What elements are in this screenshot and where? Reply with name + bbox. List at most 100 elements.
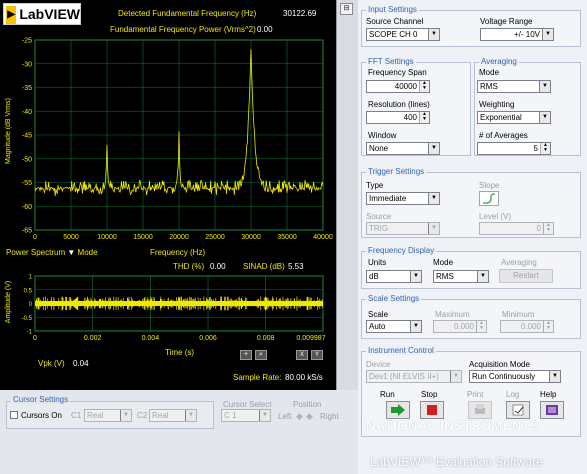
graph-yscale-icon[interactable]: Y xyxy=(311,350,323,360)
settings-panel: Input Settings Source Channel SCOPE CH 0… xyxy=(358,0,587,474)
run-button[interactable] xyxy=(386,401,410,419)
spectrum-ylabel: Magnitude (dB Vrms) xyxy=(5,98,12,164)
print-button[interactable] xyxy=(468,401,492,419)
cursor-settings-title: Cursor Settings xyxy=(11,395,71,404)
fd-mode-select[interactable]: RMS ▼ xyxy=(433,270,489,283)
left-diamond-icon[interactable]: ◆ xyxy=(296,411,303,422)
trigger-settings-title: Trigger Settings xyxy=(366,167,427,176)
cursors-on-checkbox[interactable] xyxy=(10,411,18,419)
slope-button[interactable] xyxy=(479,191,499,206)
run-arrow-icon xyxy=(391,404,405,416)
fd-averaging-label: Averaging xyxy=(501,258,537,267)
log-button[interactable] xyxy=(506,401,530,419)
time-ytick-label: 1 xyxy=(29,275,33,281)
panel-divider: ⊟ xyxy=(336,0,358,390)
source-channel-label: Source Channel xyxy=(366,17,424,26)
right-label: Right xyxy=(320,412,339,421)
chevron-down-icon: ▼ xyxy=(185,410,196,421)
minimum-input[interactable]: 0.000 ▲ ▼ xyxy=(500,320,554,333)
weighting-value: Exponential xyxy=(480,113,522,122)
fft-settings-group: FFT Settings Frequency Span 40000 ▲ ▼ Res… xyxy=(361,57,471,156)
source-channel-select[interactable]: SCOPE CH 0 ▼ xyxy=(366,28,440,41)
maximum-input[interactable]: 0.000 ▲ ▼ xyxy=(433,320,487,333)
graph-zoom-icon[interactable]: ⌕ xyxy=(255,350,267,360)
time-ytick-label: -0.5 xyxy=(22,316,33,322)
cursors-on-label: Cursors On xyxy=(21,411,62,420)
graph-xscale-icon[interactable]: X xyxy=(296,350,308,360)
chevron-down-icon: ▼ xyxy=(120,410,131,421)
spinner-icon[interactable]: ▲ ▼ xyxy=(543,223,553,234)
instrument-control-title: Instrument Control xyxy=(366,346,436,355)
restart-button[interactable]: Restart xyxy=(499,269,553,283)
spinner-icon[interactable]: ▲ ▼ xyxy=(476,321,486,332)
collapse-icon[interactable]: ⊟ xyxy=(340,3,353,15)
chevron-down-icon: ▼ xyxy=(410,271,421,282)
chevron-down-icon: ▼ xyxy=(539,112,550,123)
num-averages-label: # of Averages xyxy=(479,131,528,140)
chevron-down-icon: ▼ xyxy=(549,371,560,382)
num-averages-input[interactable]: 5 ▲ ▼ xyxy=(477,142,551,155)
cursor-select[interactable]: C 1 ▼ xyxy=(221,409,271,422)
spinner-icon[interactable]: ▲ ▼ xyxy=(419,81,429,92)
time-xtick-label: 0.009987 xyxy=(296,335,325,342)
sample-rate-value: 80.00 kS/s xyxy=(285,373,323,382)
trigger-type-label: Type xyxy=(366,181,384,190)
resolution-input[interactable]: 400 ▲ ▼ xyxy=(366,111,430,124)
units-label: Units xyxy=(368,258,387,267)
device-select[interactable]: Dev1 (NI ELVIS II+) ▼ xyxy=(366,370,462,383)
units-value: dB xyxy=(369,272,379,281)
log-label: Log xyxy=(506,390,520,399)
voltage-range-select[interactable]: +/- 10V ▼ xyxy=(480,28,554,41)
stop-button[interactable] xyxy=(420,401,444,419)
freq-span-input[interactable]: 40000 ▲ ▼ xyxy=(366,80,430,93)
window-value: None xyxy=(369,144,389,153)
help-book-icon xyxy=(546,405,558,415)
spinner-icon[interactable]: ▲ ▼ xyxy=(540,143,550,154)
maximum-label: Maximum xyxy=(435,310,470,319)
right-diamond-icon[interactable]: ◆ xyxy=(306,411,313,422)
spectrum-ytick-label: -40 xyxy=(22,109,32,116)
cursor-area: Cursor Settings Cursors On C1 Real ▼ C2 … xyxy=(0,390,358,474)
graph-cursor-icon[interactable]: + xyxy=(240,350,252,360)
trigger-source-select[interactable]: TRIG ▼ xyxy=(366,222,440,235)
spectrum-ytick-label: -55 xyxy=(22,180,32,187)
help-button[interactable] xyxy=(540,401,564,419)
labview-logo-text: LabVIEW xyxy=(19,6,80,22)
spinner-icon[interactable]: ▲ ▼ xyxy=(543,321,553,332)
spectrum-xticks: 0 5000 10000 15000 20000 25000 30000 35000 40000 xyxy=(33,234,333,241)
spectrum-xtick-label: 30000 xyxy=(241,234,261,241)
spectrum-mode-label: Mode xyxy=(77,248,98,257)
c1-label: C1 xyxy=(71,411,82,420)
avg-mode-select[interactable]: RMS ▼ xyxy=(477,80,551,93)
trigger-type-select[interactable]: Immediate ▼ xyxy=(366,192,440,205)
level-input[interactable]: 0 ▲ ▼ xyxy=(479,222,554,235)
spinner-icon[interactable]: ▲ ▼ xyxy=(419,112,429,123)
weighting-select[interactable]: Exponential ▼ xyxy=(477,111,551,124)
spectrum-selector[interactable]: Power Spectrum ▼ Mode xyxy=(6,248,98,257)
resolution-value: 400 xyxy=(403,113,417,122)
acq-mode-value: Run Continuously xyxy=(472,372,536,381)
spectrum-xlabel: Frequency (Hz) xyxy=(150,248,206,257)
avg-mode-label: Mode xyxy=(479,68,500,77)
front-panel-display: ▶ LabVIEW Detected Fundamental Frequency… xyxy=(0,0,336,390)
c1-select[interactable]: Real ▼ xyxy=(84,409,132,422)
freq-span-label: Frequency Span xyxy=(368,68,427,77)
chevron-down-icon: ▼ xyxy=(428,29,439,40)
stop-label: Stop xyxy=(421,390,438,399)
averaging-group: Averaging Mode RMS ▼ Weighting Exponenti… xyxy=(474,57,581,156)
position-label: Position xyxy=(293,400,322,409)
left-label: Left xyxy=(278,412,292,421)
trigger-type-value: Immediate xyxy=(369,194,407,203)
chevron-down-icon: ▼ xyxy=(410,321,421,332)
window-select[interactable]: None ▼ xyxy=(366,142,440,155)
scale-select[interactable]: Auto ▼ xyxy=(366,320,422,333)
printer-icon xyxy=(475,404,485,414)
device-label: Device xyxy=(366,360,391,369)
device-value: Dev1 (NI ELVIS II+) xyxy=(369,372,439,381)
rising-slope-icon xyxy=(483,193,496,204)
c1-value: Real xyxy=(87,411,104,420)
units-select[interactable]: dB ▼ xyxy=(366,270,422,283)
level-value: 0 xyxy=(536,224,541,233)
c2-select[interactable]: Real ▼ xyxy=(149,409,197,422)
acq-mode-select[interactable]: Run Continuously ▼ xyxy=(469,370,561,383)
